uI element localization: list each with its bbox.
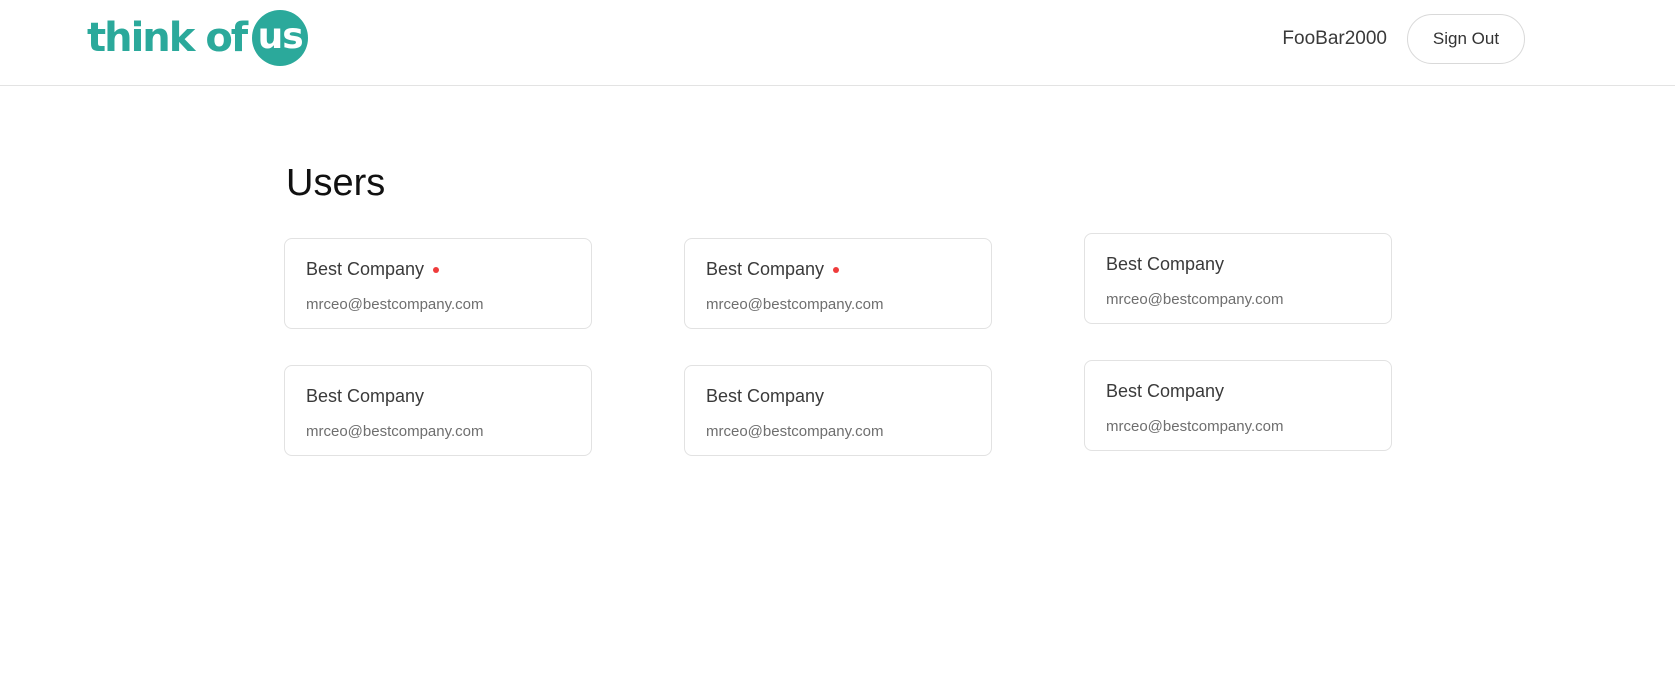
user-card-email: mrceo@bestcompany.com [706,296,884,313]
user-card[interactable]: Best Company mrceo@bestcompany.com [284,238,592,329]
user-card-email: mrceo@bestcompany.com [706,423,884,440]
user-card-email: mrceo@bestcompany.com [306,296,484,313]
user-card[interactable]: Best Company mrceo@bestcompany.com [284,365,592,456]
user-card-email: mrceo@bestcompany.com [306,423,484,440]
user-card[interactable]: Best Company mrceo@bestcompany.com [684,238,992,329]
user-card-company: Best Company [306,259,425,279]
think-of-us-logo[interactable]: think of us [87,10,309,66]
user-card-company: Best Company [706,386,825,406]
user-card-email: mrceo@bestcompany.com [1106,291,1284,308]
user-card-company: Best Company [1106,381,1225,401]
user-card-company: Best Company [1106,254,1225,274]
page-title: Users [286,162,386,204]
unread-indicator-dot [833,267,840,273]
user-card[interactable]: Best Company mrceo@bestcompany.com [1084,233,1392,324]
unread-indicator-dot [433,267,440,273]
sign-out-button[interactable]: Sign Out [1407,14,1525,64]
logo-badge: us [252,10,309,66]
user-card[interactable]: Best Company mrceo@bestcompany.com [1084,360,1392,451]
user-card[interactable]: Best Company mrceo@bestcompany.com [684,365,992,456]
user-card-company: Best Company [306,386,425,406]
logo-wordmark: think of [87,15,248,61]
current-username: FooBar2000 [1282,28,1387,49]
top-nav-bar: think of us FooBar2000 Sign Out [0,0,1675,86]
user-card-email: mrceo@bestcompany.com [1106,418,1284,435]
user-card-company: Best Company [706,259,825,279]
